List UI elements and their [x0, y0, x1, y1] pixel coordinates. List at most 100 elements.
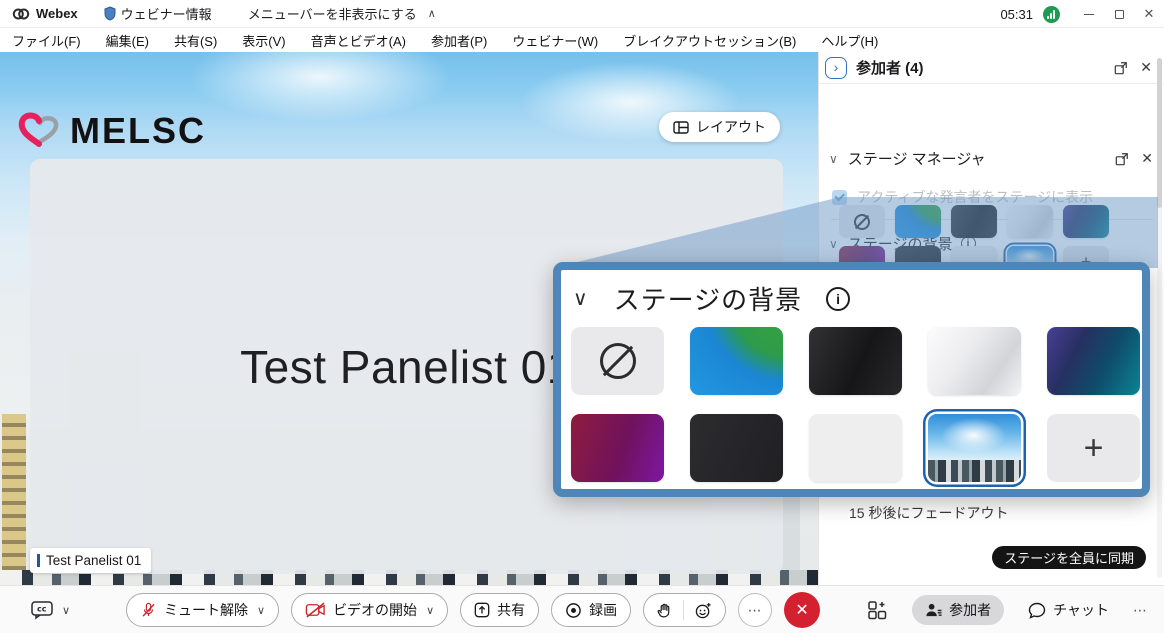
menu-item-file[interactable]: ファイル(F): [12, 31, 81, 50]
bg-swatch-indigo-teal-gradient[interactable]: [1063, 205, 1109, 238]
bg-swatch-indigo-teal-gradient[interactable]: [1047, 327, 1140, 395]
no-background-icon: [854, 214, 870, 230]
app-name: Webex: [36, 6, 78, 21]
captions-icon[interactable]: cc: [30, 600, 54, 620]
restore-button[interactable]: [1104, 0, 1134, 28]
chevron-down-icon[interactable]: ∨: [829, 237, 838, 251]
chat-toggle-button[interactable]: チャット: [1028, 600, 1109, 620]
menu-item-webinar[interactable]: ウェビナー(W): [512, 31, 598, 50]
sync-stage-button[interactable]: ステージを全員に同期: [992, 546, 1146, 569]
minimize-icon: [1084, 14, 1094, 15]
building-tower: [2, 414, 26, 584]
camera-off-icon: [305, 602, 326, 618]
mic-muted-icon: [140, 601, 157, 619]
stage-manager-title: ステージ マネージャ: [848, 148, 986, 169]
participants-panel-title: 参加者 (4): [856, 57, 924, 78]
popup-title: ステージの背景: [614, 280, 802, 317]
bg-swatch-green-blue-gradient[interactable]: [690, 327, 783, 395]
brand-name: MELSC: [70, 110, 206, 152]
webinar-info-button[interactable]: ウェビナー情報: [104, 4, 212, 23]
menu-item-breakout[interactable]: ブレイクアウトセッション(B): [623, 31, 796, 50]
bg-swatch-dark-wave-gradient[interactable]: [951, 205, 997, 238]
chat-icon: [1028, 602, 1046, 619]
bg-swatch-silver-gradient[interactable]: [928, 327, 1021, 395]
stage-manager-header: ∨ ステージ マネージャ ✕: [829, 148, 1155, 169]
apps-icon[interactable]: [867, 600, 888, 620]
unmute-chevron[interactable]: ∨: [257, 604, 265, 617]
minimize-button[interactable]: [1074, 0, 1104, 28]
share-screen-icon: [474, 602, 490, 618]
captions-chevron[interactable]: ∨: [62, 604, 70, 617]
panel-scrollbar[interactable]: [1157, 58, 1162, 578]
menu-item-audio-video[interactable]: 音声とビデオ(A): [311, 31, 406, 50]
start-video-button[interactable]: ビデオの開始 ∨: [291, 593, 448, 627]
raise-hand-icon[interactable]: [657, 602, 672, 619]
hide-menubar-button[interactable]: メニューバーを非表示にする ∧: [248, 4, 436, 23]
info-icon[interactable]: i: [826, 287, 850, 311]
participants-toggle-button[interactable]: 参加者: [912, 595, 1004, 625]
connection-quality-icon: [1043, 6, 1060, 23]
chevron-right-icon: ›: [834, 59, 839, 75]
layout-icon: [673, 121, 689, 134]
panel-close-button[interactable]: ✕: [1140, 59, 1152, 76]
more-options-button[interactable]: ⋯: [738, 593, 772, 627]
close-window-button[interactable]: ✕: [1134, 0, 1164, 28]
menu-item-participants[interactable]: 参加者(P): [431, 31, 487, 50]
bg-swatch-none[interactable]: [839, 205, 885, 238]
webex-window: Webex ウェビナー情報 メニューバーを非表示にする ∧ 05:31 ✕ ファ…: [0, 0, 1164, 633]
chevron-down-icon[interactable]: ∨: [829, 152, 838, 166]
popout-icon[interactable]: [1114, 61, 1128, 75]
reactions-smiley-icon[interactable]: [695, 602, 712, 619]
svg-text:cc: cc: [37, 605, 47, 614]
participant-name-badge: Test Panelist 01: [30, 548, 151, 573]
unmute-button[interactable]: ミュート解除 ∨: [126, 593, 279, 627]
record-button[interactable]: 録画: [551, 593, 631, 627]
menu-item-share[interactable]: 共有(S): [174, 31, 217, 50]
bg-swatch-silver-gradient[interactable]: [1007, 205, 1053, 238]
record-icon: [565, 602, 582, 619]
menu-item-view[interactable]: 表示(V): [242, 31, 285, 50]
share-button[interactable]: 共有: [460, 593, 539, 627]
webex-logo: Webex: [12, 6, 78, 21]
scrollbar-thumb[interactable]: [1157, 58, 1162, 208]
bg-swatch-dark-wave-gradient[interactable]: [809, 327, 902, 395]
stage-brand-logo: MELSC: [16, 110, 206, 152]
bg-swatch-maroon-purple-gradient[interactable]: [571, 414, 664, 482]
popup-background-grid: +: [571, 327, 1140, 482]
shield-icon: [104, 6, 116, 21]
bg-swatch-cityscape-photo[interactable]: [928, 414, 1021, 482]
popup-header: ∨ ステージの背景 i: [573, 280, 850, 317]
stage-background-header: ∨ ステージの背景 i: [829, 180, 1155, 201]
layout-button[interactable]: レイアウト: [659, 112, 780, 142]
bg-swatch-none[interactable]: [571, 327, 664, 395]
bg-swatch-charcoal[interactable]: [690, 414, 783, 482]
menu-item-edit[interactable]: 編集(E): [106, 31, 149, 50]
video-chevron[interactable]: ∨: [426, 604, 434, 617]
close-icon: ✕: [795, 600, 808, 620]
panels-more-button[interactable]: ⋯: [1133, 602, 1148, 619]
participants-icon: [925, 602, 942, 618]
cloud-decoration: [190, 52, 450, 122]
participants-panel-header: › 参加者 (4) ✕: [819, 52, 1164, 84]
no-background-icon: [600, 343, 636, 379]
fade-note: 15 秒後にフェードアウト: [849, 503, 1008, 523]
stage-background-popup: ∨ ステージの背景 i +: [553, 262, 1150, 497]
control-bar: cc ∨ ミュート解除 ∨ ビデオの開始: [0, 585, 1164, 633]
popout-icon[interactable]: [1115, 152, 1129, 166]
bg-swatch-add-custom[interactable]: +: [1047, 414, 1140, 482]
menu-item-help[interactable]: ヘルプ(H): [821, 31, 878, 50]
video-tile-name: Test Panelist 01: [240, 340, 573, 394]
leave-meeting-button[interactable]: ✕: [784, 592, 820, 628]
webex-logo-icon: [12, 7, 30, 21]
close-icon: ✕: [1144, 6, 1155, 22]
chevron-up-icon: ∧: [428, 7, 436, 20]
menubar: ファイル(F) 編集(E) 共有(S) 表示(V) 音声とビデオ(A) 参加者(P) ウェビ…: [0, 28, 1164, 52]
bg-swatch-green-blue-gradient[interactable]: [895, 205, 941, 238]
panel-collapse-button[interactable]: ›: [825, 57, 847, 79]
stage-manager-close-button[interactable]: ✕: [1141, 150, 1153, 167]
bg-swatch-light-gray[interactable]: [809, 414, 902, 482]
chevron-down-icon[interactable]: ∨: [573, 286, 588, 311]
divider: [683, 600, 684, 620]
titlebar: Webex ウェビナー情報 メニューバーを非表示にする ∧ 05:31 ✕: [0, 0, 1164, 28]
restore-icon: [1115, 10, 1124, 19]
